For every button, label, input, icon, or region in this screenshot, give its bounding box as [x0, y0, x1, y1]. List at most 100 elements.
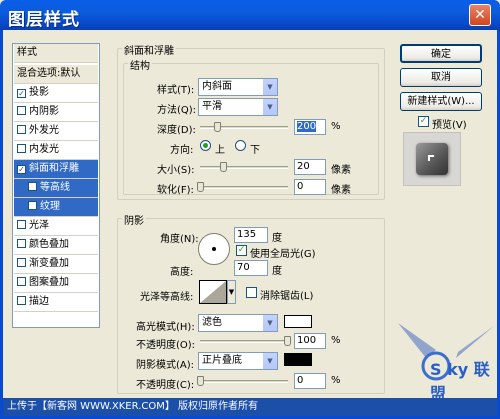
sidebar-item-outer-glow[interactable]: 外发光: [14, 122, 98, 141]
gloss-contour-swatch[interactable]: [199, 280, 227, 304]
checkbox-icon[interactable]: [17, 277, 26, 286]
angle-label: 角度(N):: [160, 234, 199, 245]
checkbox-icon[interactable]: [28, 201, 37, 210]
angle-unit: 度: [272, 233, 282, 244]
checkbox-icon[interactable]: [17, 239, 26, 248]
direction-up-label: 上: [215, 145, 225, 156]
checkbox-icon[interactable]: [17, 106, 26, 115]
depth-value: 200: [297, 121, 317, 132]
altitude-input[interactable]: 70: [234, 260, 268, 276]
sidebar-item-stroke[interactable]: 描边: [14, 293, 98, 312]
contour-curve-icon: [200, 281, 226, 303]
new-style-button[interactable]: 新建样式(W)...: [400, 92, 482, 111]
direction-down-radio[interactable]: [235, 140, 246, 151]
angle-input[interactable]: 135: [234, 227, 268, 243]
footer-banner: 上传于【新客网 WWW.XKER.COM】 版权归原作者所有: [3, 398, 497, 416]
checkbox-icon[interactable]: [28, 182, 37, 191]
chevron-down-icon[interactable]: ▼: [262, 79, 277, 95]
blend-options-item[interactable]: 混合选项:默认: [14, 65, 98, 84]
highlight-mode-label: 高光模式(H):: [136, 322, 195, 333]
altitude-label: 高度:: [170, 267, 194, 278]
direction-label: 方向:: [170, 145, 194, 156]
depth-slider-thumb[interactable]: [214, 122, 221, 132]
depth-input[interactable]: 200: [294, 119, 326, 135]
chevron-down-icon[interactable]: ▼: [262, 353, 277, 369]
preview-checkbox[interactable]: ✓: [418, 116, 429, 127]
global-light-checkbox[interactable]: ✓: [236, 245, 247, 256]
angle-value: 135: [237, 229, 257, 240]
highlight-opacity-slider[interactable]: [200, 340, 288, 343]
structure-title: 结构: [128, 57, 152, 72]
shadow-mode-select[interactable]: 正片叠底 ▼: [198, 352, 278, 370]
sidebar-item-bevel-emboss[interactable]: ✓ 斜面和浮雕: [14, 160, 98, 179]
size-value: 20: [297, 161, 310, 172]
highlight-opacity-input[interactable]: 100: [294, 333, 326, 349]
sidebar-item-texture[interactable]: 纹理: [14, 198, 98, 217]
highlight-mode-value: 滤色: [202, 317, 222, 328]
global-light-label: 使用全局光(G): [250, 249, 316, 260]
size-slider[interactable]: [200, 166, 288, 169]
cancel-button[interactable]: 取消: [400, 68, 482, 87]
shadow-color-swatch[interactable]: [284, 353, 312, 366]
shadow-opacity-input[interactable]: 0: [294, 373, 326, 389]
sidebar-item-label: 内阴影: [29, 106, 59, 117]
sidebar-item-drop-shadow[interactable]: ✓ 投影: [14, 84, 98, 103]
highlight-opacity-unit: %: [331, 335, 341, 346]
checkbox-icon[interactable]: [17, 258, 26, 267]
bevel-emboss-title: 斜面和浮雕: [122, 42, 176, 57]
soften-value: 0: [297, 181, 304, 192]
checkbox-icon[interactable]: ✓: [17, 165, 26, 174]
chevron-down-icon[interactable]: ▼: [262, 315, 277, 331]
preview-swatch: [416, 143, 448, 175]
style-list-header[interactable]: 样式: [14, 44, 98, 63]
soften-input[interactable]: 0: [294, 179, 326, 195]
size-slider-thumb[interactable]: [220, 162, 227, 172]
sidebar-item-color-overlay[interactable]: 颜色叠加: [14, 236, 98, 255]
shading-title: 阴影: [122, 212, 146, 227]
checkbox-icon[interactable]: [17, 296, 26, 305]
shadow-opacity-slider[interactable]: [200, 380, 288, 383]
size-label: 大小(S):: [157, 165, 195, 176]
soften-slider-thumb[interactable]: [197, 182, 204, 192]
sidebar-item-label: 斜面和浮雕: [29, 163, 79, 174]
highlight-opacity-label: 不透明度(O):: [136, 340, 196, 351]
window-title: 图层样式: [8, 10, 80, 30]
sidebar-item-label: 颜色叠加: [29, 239, 69, 250]
sidebar-item-satin[interactable]: 光泽: [14, 217, 98, 236]
chevron-down-icon[interactable]: ▼: [227, 280, 236, 304]
highlight-opacity-thumb[interactable]: [284, 336, 291, 346]
altitude-unit: 度: [272, 266, 282, 277]
checkbox-icon[interactable]: ✓: [17, 89, 26, 98]
shadow-mode-value: 正片叠底: [202, 355, 242, 366]
ok-button[interactable]: 确定: [400, 44, 482, 63]
sidebar-item-contour[interactable]: 等高线: [14, 179, 98, 198]
sidebar-item-inner-glow[interactable]: 内发光: [14, 141, 98, 160]
shadow-opacity-value: 0: [297, 375, 304, 386]
shadow-opacity-thumb[interactable]: [197, 376, 204, 386]
sidebar-item-pattern-overlay[interactable]: 图案叠加: [14, 274, 98, 293]
depth-label: 深度(D):: [157, 125, 196, 136]
soften-slider[interactable]: [200, 186, 288, 189]
depth-unit: %: [331, 121, 341, 132]
direction-up-radio[interactable]: [200, 140, 211, 151]
checkbox-icon[interactable]: [17, 125, 26, 134]
angle-dial-center: [212, 247, 216, 251]
watermark-text: S ky 联盟: [430, 360, 490, 403]
highlight-color-swatch[interactable]: [284, 315, 312, 328]
sidebar-item-label: 光泽: [29, 220, 49, 231]
method-select[interactable]: 平滑 ▼: [198, 98, 278, 116]
soften-unit: 像素: [331, 185, 351, 196]
chevron-down-icon[interactable]: ▼: [262, 99, 277, 115]
checkbox-icon[interactable]: [17, 220, 26, 229]
checkbox-icon[interactable]: [17, 144, 26, 153]
close-button[interactable]: ✕: [469, 4, 491, 26]
sidebar-item-inner-shadow[interactable]: 内阴影: [14, 103, 98, 122]
shadow-opacity-unit: %: [331, 375, 341, 386]
shadow-mode-label: 阴影模式(A):: [136, 360, 195, 371]
size-input[interactable]: 20: [294, 159, 326, 175]
antialias-checkbox[interactable]: [246, 287, 257, 298]
style-select[interactable]: 内斜面 ▼: [198, 78, 278, 96]
highlight-mode-select[interactable]: 滤色 ▼: [198, 314, 278, 332]
method-select-value: 平滑: [202, 101, 222, 112]
sidebar-item-gradient-overlay[interactable]: 渐变叠加: [14, 255, 98, 274]
